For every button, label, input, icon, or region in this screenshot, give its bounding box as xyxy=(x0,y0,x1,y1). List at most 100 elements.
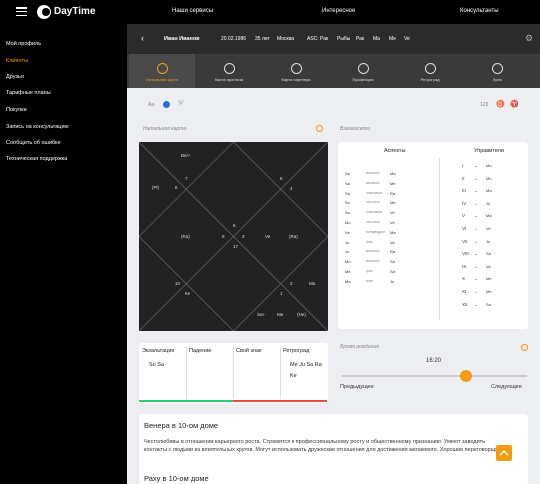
aspect-cell: трин xyxy=(366,278,374,283)
settings-icon[interactable]: ⚙ xyxy=(525,33,533,44)
ruler-planet: Ve xyxy=(486,226,491,231)
status-header: Свой знак xyxy=(236,348,262,354)
ruler-planet: Me xyxy=(486,276,492,282)
logo-icon xyxy=(37,5,51,19)
chart-label-ma: Ма xyxy=(309,281,316,286)
aspect-cell: Me xyxy=(390,200,396,206)
font-size-toggle[interactable]: Аа xyxy=(148,102,154,108)
globe-icon[interactable] xyxy=(163,101,170,108)
tab-profections[interactable]: Профекции xyxy=(330,54,396,88)
menu-icon[interactable] xyxy=(16,7,27,17)
retrograde-icon xyxy=(424,63,436,74)
aspect-cell: Ra xyxy=(390,249,396,255)
tab-forecast[interactable]: Карта прогноза xyxy=(196,54,262,88)
time-info-icon[interactable] xyxy=(521,344,528,351)
aspect-cell: секстиль xyxy=(366,200,380,205)
tab-natal-label: Натальная карта xyxy=(146,77,178,82)
arrow-up-icon xyxy=(499,449,509,456)
chart-house-10: 10 xyxy=(175,281,181,286)
ruler-arrow-icon: ← xyxy=(474,213,479,219)
ruler-arrow-icon: ← xyxy=(474,251,479,257)
sidebar-item-friends[interactable]: Друзья xyxy=(6,74,24,80)
chart-tabs: Натальная карта Карта прогноза Карта пар… xyxy=(127,54,540,88)
scroll-up-button[interactable] xyxy=(496,445,512,461)
next-button[interactable]: Следующее xyxy=(491,384,522,390)
trident-icon[interactable]: Ψ xyxy=(178,100,184,107)
ruler-house: VII xyxy=(462,238,468,244)
tab-retrograde-label: Ретроград xyxy=(420,77,440,82)
tab-retrograde[interactable]: Ретроград xyxy=(397,54,463,88)
ruler-planet: Sa xyxy=(486,251,491,257)
time-slider-handle[interactable] xyxy=(460,370,472,382)
aspect-cell: Sa xyxy=(345,180,350,186)
ruler-planet: Sa xyxy=(486,301,491,307)
brand-name[interactable]: DayTime xyxy=(54,6,96,17)
sidebar-item-report[interactable]: Сообщить об ошибке xyxy=(6,140,61,146)
natal-label: Натальная карта xyxy=(143,126,187,132)
sidebar-item-support[interactable]: Техническая поддержка xyxy=(6,156,67,162)
ruler-house: VI xyxy=(462,226,467,231)
aspect-cell: оппозиция xyxy=(366,210,383,215)
filter-me[interactable]: Me xyxy=(389,36,396,42)
prev-button[interactable]: Предыдущее xyxy=(340,384,374,390)
ruler-house: II xyxy=(462,175,465,181)
tab-partner[interactable]: Карта партнера xyxy=(263,54,329,88)
chart-house-4: 4 xyxy=(290,186,293,191)
sidebar-item-profile[interactable]: Мой профиль xyxy=(6,41,41,47)
ruler-arrow-icon: ← xyxy=(474,301,479,307)
chart-label-ra-right: (Ra) xyxy=(289,234,298,239)
status-bar xyxy=(186,400,233,402)
nav-interesting[interactable]: Интересное xyxy=(322,8,355,14)
chart-house-17: 17 xyxy=(233,244,239,249)
filter-ve[interactable]: Ve xyxy=(404,36,410,42)
ruler-house: VIII xyxy=(462,251,469,257)
aspects-header: Аспекты xyxy=(384,148,406,154)
aspect-cell: Ju xyxy=(345,249,350,255)
forecast-icon xyxy=(223,63,235,74)
back-icon[interactable]: ‹ xyxy=(141,33,144,43)
chart-house-7: 7 xyxy=(185,176,188,181)
aspect-cell: квинконс xyxy=(366,180,380,185)
sidebar-item-purchases[interactable]: Покупки xyxy=(6,107,27,113)
sidebar-item-booking[interactable]: Запись на консультацию xyxy=(6,124,69,130)
interpretation-title: Венера в 10-ом доме xyxy=(144,421,219,430)
status-card: Экзальтация Su Sa Падение Свой знак Ретрогра… xyxy=(139,343,328,403)
nav-services[interactable]: Наши сервисы xyxy=(172,8,213,14)
aspect-cell: Su xyxy=(345,200,350,206)
sidebar-item-clients[interactable]: Клиенты xyxy=(6,58,28,64)
sidebar-item-plans[interactable]: Тарифные планы xyxy=(6,90,51,96)
aspect-cell: Sa xyxy=(390,269,395,274)
chart-label-k: К xyxy=(175,185,178,190)
filter-ma[interactable]: Ma xyxy=(373,36,380,42)
number-toggle[interactable]: 123 xyxy=(480,102,488,108)
client-name: Иван Иванов xyxy=(164,36,200,42)
natal-info-icon[interactable] xyxy=(316,125,323,132)
aries-icon[interactable]: ♈ xyxy=(510,100,519,108)
tab-moon[interactable]: Луна xyxy=(464,54,530,88)
aspect-cell: Sa xyxy=(345,190,350,196)
aspect-cell: Ju xyxy=(390,278,395,284)
chart-label-ke: Ке xyxy=(185,291,191,296)
interpretation-card: Венера в 10-ом доме Честолюбивы в отноше… xyxy=(139,414,528,484)
time-slider[interactable] xyxy=(342,375,527,377)
status-bar xyxy=(139,400,186,402)
nav-consultants[interactable]: Консультанты xyxy=(460,8,499,14)
chart-grid xyxy=(139,142,328,331)
ruler-house: XI xyxy=(462,289,467,294)
status-header: Падение xyxy=(189,348,212,354)
chart-label-ra-left: (Ra) xyxy=(181,234,190,239)
rulers-header: Управители xyxy=(474,148,504,154)
tab-natal[interactable]: Натальная карта xyxy=(129,54,195,88)
ruler-house: V xyxy=(462,213,466,219)
ruler-planet: Me xyxy=(486,289,492,294)
ruler-arrow-icon: ← xyxy=(474,276,479,282)
mutual-label: Взаимосвязи xyxy=(340,126,371,132)
ruler-house: XII xyxy=(462,301,468,307)
chart-house-5: 5 xyxy=(280,176,283,181)
partner-icon xyxy=(290,63,302,74)
ruler-arrow-icon: ← xyxy=(474,263,479,269)
column-divider xyxy=(439,158,440,320)
interpretation-title-2: Раху в 10-ом доме xyxy=(144,474,209,483)
taurus-icon[interactable]: ♉ xyxy=(496,100,505,108)
aspect-cell: квинконс xyxy=(366,249,380,254)
